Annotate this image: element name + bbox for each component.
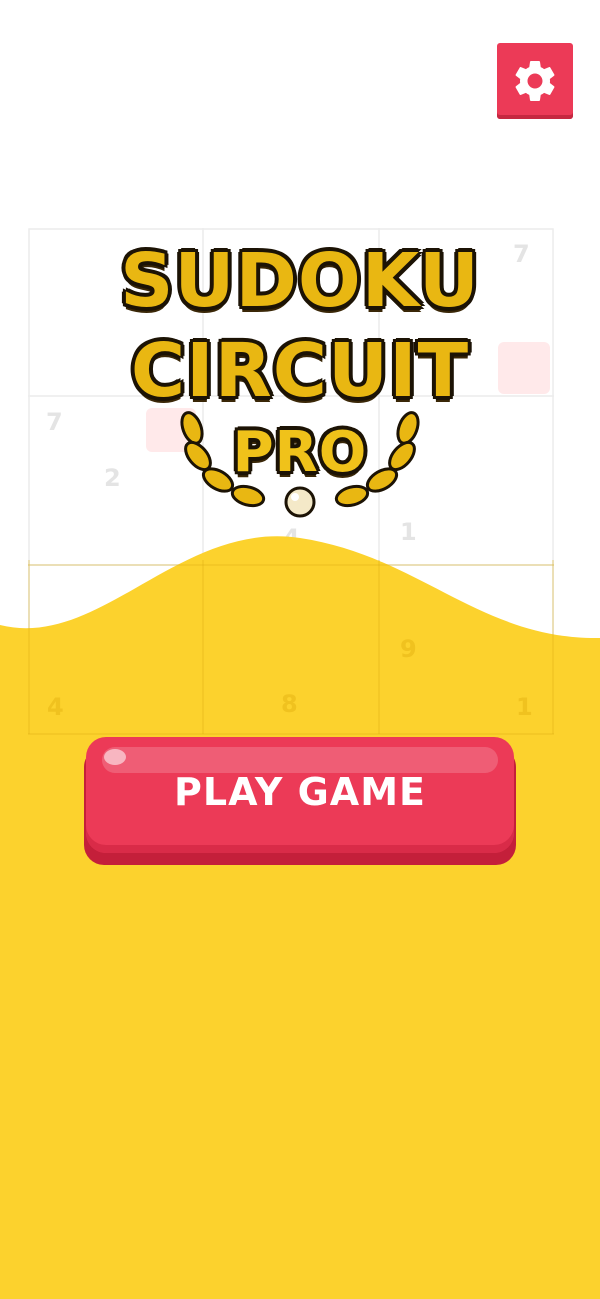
home-screen: 7 7 2 4 1 9 4 8 1 SUDOKU CIRCUIT xyxy=(0,0,600,1299)
grid-lines-lower xyxy=(28,560,554,735)
settings-button[interactable] xyxy=(497,43,573,119)
grid-digit: 7 xyxy=(46,408,63,436)
logo-title-pro: PRO xyxy=(232,420,368,485)
play-button-highlight xyxy=(104,749,126,765)
gear-icon xyxy=(515,60,555,101)
grid-digit: 7 xyxy=(513,240,530,268)
logo-title-sudoku: SUDOKU xyxy=(120,238,480,324)
logo-title-circuit: CIRCUIT xyxy=(130,328,470,414)
play-button-face[interactable]: PLAY GAME xyxy=(86,737,514,853)
play-game-button[interactable]: PLAY GAME xyxy=(84,737,516,865)
highlight-cell xyxy=(498,342,550,394)
game-logo: SUDOKU CIRCUIT PRO xyxy=(95,228,505,528)
play-game-label: PLAY GAME xyxy=(174,770,426,814)
